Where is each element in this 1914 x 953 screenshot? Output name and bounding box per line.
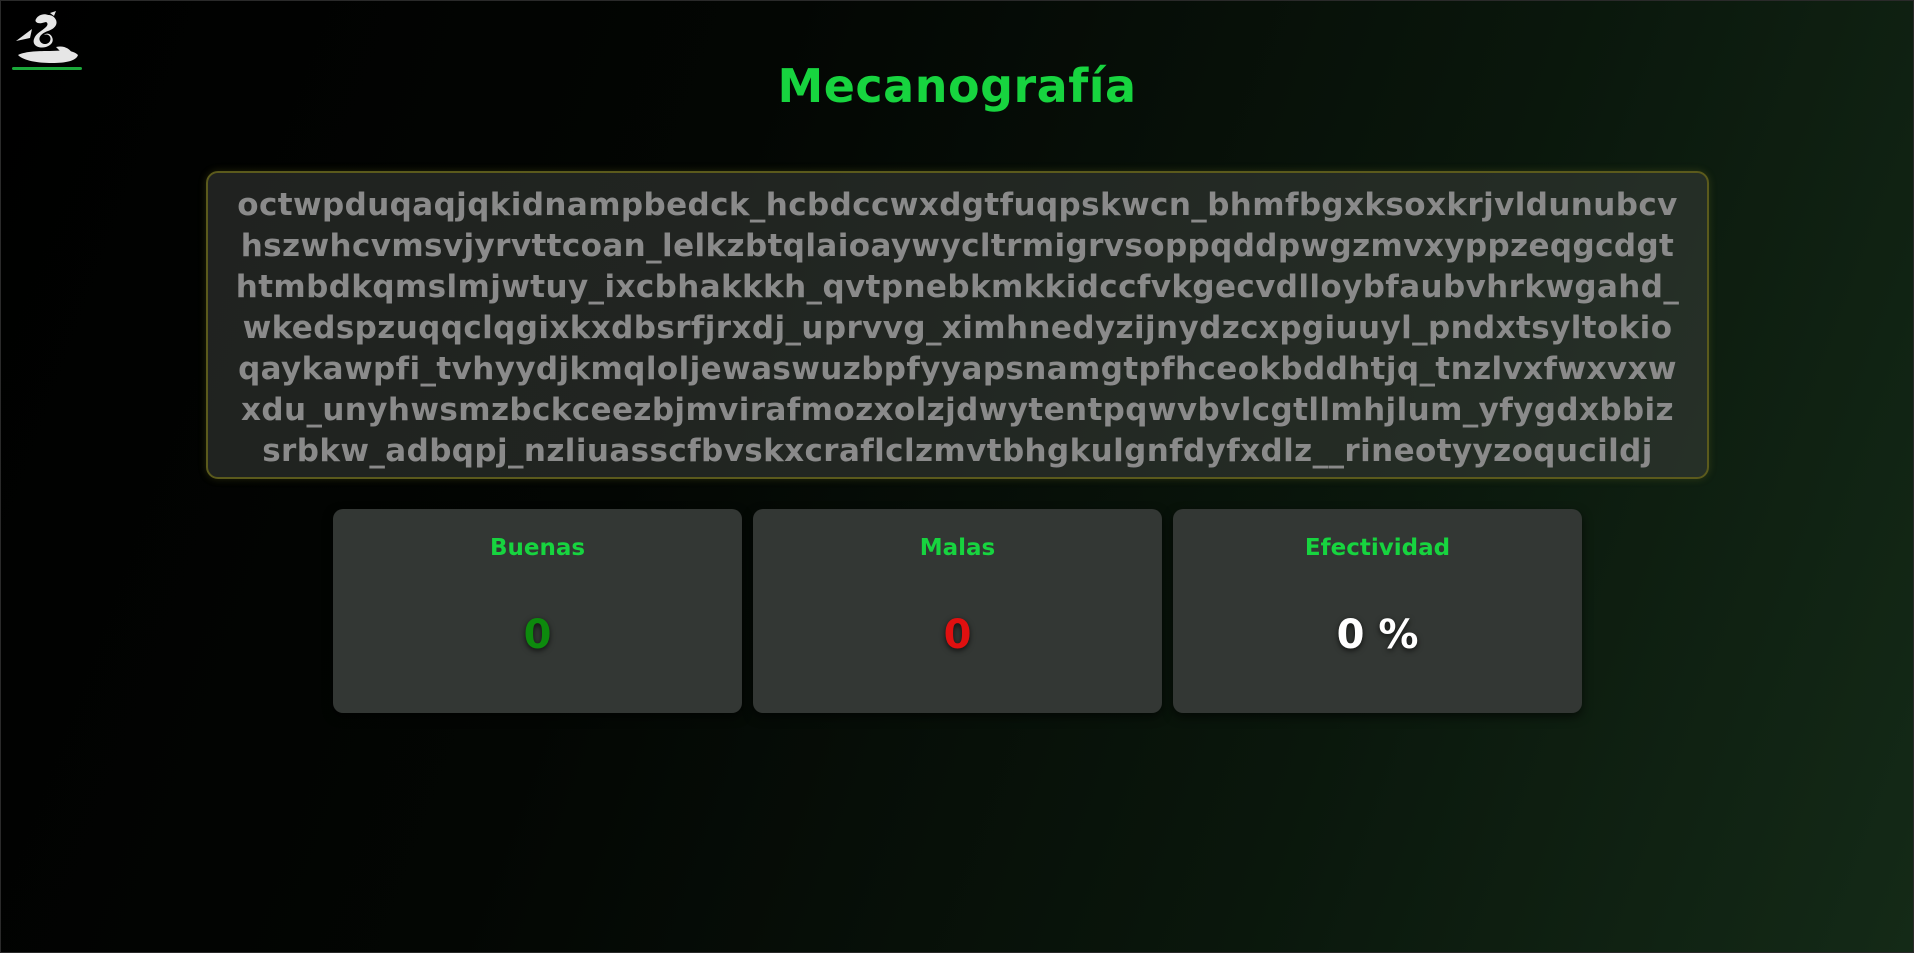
typing-text-line: wkedspzuqqclqgixkxdbsrfjrxdj_uprvvg_ximh… xyxy=(242,310,1673,346)
effectiveness-label: Efectividad xyxy=(1304,535,1451,561)
typing-text-line: hszwhcvmsvjyrvttcoan_lelkzbtqlaioaywyclt… xyxy=(240,228,1675,264)
bad-count-label: Malas xyxy=(919,535,996,561)
bad-count-value: 0 xyxy=(943,612,972,658)
bad-count-card: Malas 0 xyxy=(753,509,1162,713)
typing-text-line: octwpduqaqjqkidnampbedck_hcbdccwxdgtfuqp… xyxy=(237,187,1678,223)
effectiveness-card: Efectividad 0 % xyxy=(1173,509,1582,713)
typing-text-line: xdu_unyhwsmzbckceezbjmvirafmozxolzjdwyte… xyxy=(240,392,1674,428)
stats-panel: Buenas 0 Malas 0 Efectividad 0 % xyxy=(333,509,1582,713)
good-count-card: Buenas 0 xyxy=(333,509,742,713)
typing-text-area[interactable]: octwpduqaqjqkidnampbedck_hcbdccwxdgtfuqp… xyxy=(206,171,1709,479)
good-count-value: 0 xyxy=(523,612,552,658)
typing-text-line: qaykawpfi_tvhyydjkmqloljewaswuzbpfyyapsn… xyxy=(238,351,1677,387)
typing-text-line: srbkw_adbqpj_nzliuasscfbvskxcraflclzmvtb… xyxy=(262,433,1653,469)
page-title: Mecanografía xyxy=(777,59,1137,113)
typing-text-line: htmbdkqmslmjwtuy_ixcbhakkkh_qvtpnebkmkki… xyxy=(235,269,1680,305)
good-count-label: Buenas xyxy=(489,535,586,561)
effectiveness-value: 0 % xyxy=(1336,612,1419,658)
